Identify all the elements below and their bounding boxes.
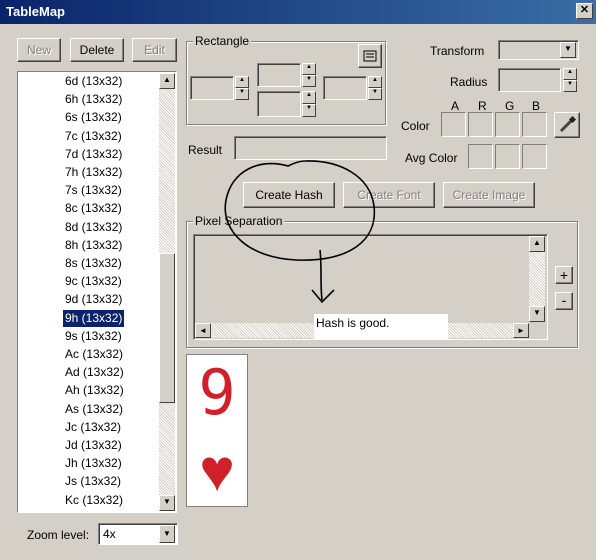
annotation-arrow-shaft — [319, 249, 323, 301]
preview-rank: 9 — [198, 356, 236, 429]
annotation-circle — [224, 160, 376, 261]
annotation-text: Hash is good. — [316, 316, 390, 330]
annotation-arrow-head — [311, 289, 335, 304]
zoom-preview: 9 ♥ — [186, 354, 248, 507]
hand-drawn-annotation — [224, 160, 376, 304]
annotation-label: Hash is good. — [314, 314, 448, 340]
preview-suit-heart-icon: ♥ — [199, 437, 235, 504]
